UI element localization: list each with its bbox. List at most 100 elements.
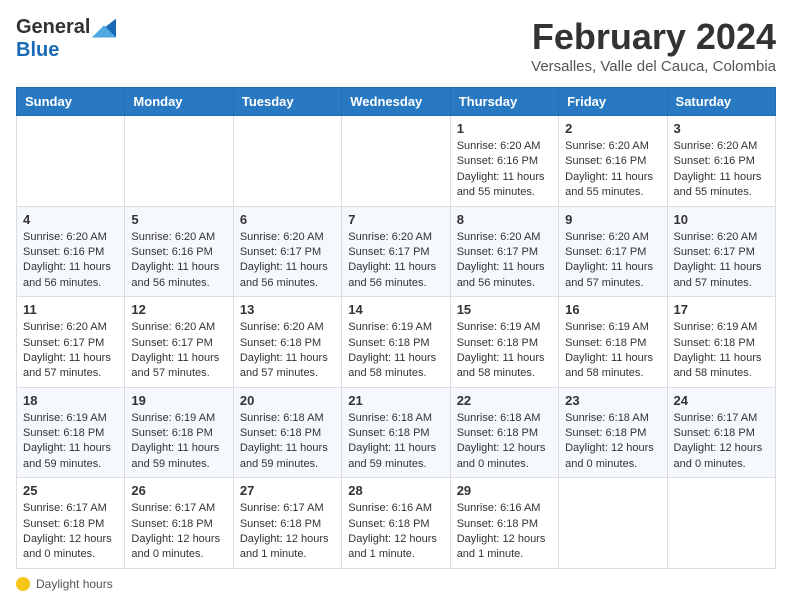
day-info: Sunrise: 6:20 AMSunset: 6:17 PMDaylight:… [131,320,226,382]
day-info: Sunrise: 6:20 AMSunset: 6:16 PMDaylight:… [457,139,552,201]
day-info: Sunrise: 6:20 AMSunset: 6:17 PMDaylight:… [348,230,443,292]
calendar-cell: 22 Sunrise: 6:18 AMSunset: 6:18 PMDayligh… [450,387,558,478]
calendar-cell [667,478,775,569]
day-info: Sunrise: 6:18 AMSunset: 6:18 PMDaylight:… [565,411,660,473]
weekday-header-row: SundayMondayTuesdayWednesdayThursdayFrid… [17,88,776,116]
calendar-cell: 12 Sunrise: 6:20 AMSunset: 6:17 PMDayligh… [125,297,233,388]
month-title: February 2024 [531,16,776,58]
calendar-week-row: 1 Sunrise: 6:20 AMSunset: 6:16 PMDaylight… [17,116,776,207]
day-info: Sunrise: 6:16 AMSunset: 6:18 PMDaylight:… [457,501,552,563]
daylight-label: Daylight hours [36,577,113,591]
calendar-cell [559,478,667,569]
calendar-cell: 5 Sunrise: 6:20 AMSunset: 6:16 PMDaylight… [125,206,233,297]
calendar-week-row: 4 Sunrise: 6:20 AMSunset: 6:16 PMDaylight… [17,206,776,297]
logo: General [16,16,116,39]
calendar-cell [125,116,233,207]
calendar-cell: 29Sunrise: 6:16 AMSunset: 6:18 PMDayligh… [450,478,558,569]
calendar-cell: 19Sunrise: 6:19 AMSunset: 6:18 PMDayligh… [125,387,233,478]
day-number: 6 [240,212,335,227]
weekday-header-tuesday: Tuesday [233,88,341,116]
day-info: Sunrise: 6:17 AMSunset: 6:18 PMDaylight:… [23,501,118,563]
logo-icon [92,18,116,38]
calendar-cell: 4 Sunrise: 6:20 AMSunset: 6:16 PMDaylight… [17,206,125,297]
calendar-cell: 28 Sunrise: 6:16 AMSunset: 6:18 PMDayligh… [342,478,450,569]
day-info: Sunrise: 6:20 AMSunset: 6:17 PMDaylight:… [565,230,660,292]
calendar-table: SundayMondayTuesdayWednesdayThursdayFrid… [16,87,776,569]
day-number: 27 [240,483,335,498]
calendar-cell: 26 Sunrise: 6:17 AMSunset: 6:18 PMDayligh… [125,478,233,569]
day-info: Sunrise: 6:17 AMSunset: 6:18 PMDaylight:… [131,501,226,563]
day-number: 18 [23,393,118,408]
day-info: Sunrise: 6:16 AMSunset: 6:18 PMDaylight:… [348,501,443,563]
weekday-header-friday: Friday [559,88,667,116]
calendar-week-row: 11 Sunrise: 6:20 AMSunset: 6:17 PMDayligh… [17,297,776,388]
day-info: Sunrise: 6:20 AMSunset: 6:16 PMDaylight:… [131,230,226,292]
day-number: 1 [457,121,552,136]
footer-note: Daylight hours [16,577,776,591]
day-number: 4 [23,212,118,227]
calendar-week-row: 18 Sunrise: 6:19 AMSunset: 6:18 PMDayligh… [17,387,776,478]
day-number: 23 [565,393,660,408]
logo-area: General Blue [16,16,116,62]
title-area: February 2024 Versalles, Valle del Cauca… [531,16,776,75]
calendar-cell: 11 Sunrise: 6:20 AMSunset: 6:17 PMDayligh… [17,297,125,388]
calendar-cell: 27 Sunrise: 6:17 AMSunset: 6:18 PMDayligh… [233,478,341,569]
calendar-cell: 16 Sunrise: 6:19 AMSunset: 6:18 PMDayligh… [559,297,667,388]
sun-icon [16,577,30,591]
weekday-header-sunday: Sunday [17,88,125,116]
day-info: Sunrise: 6:18 AMSunset: 6:18 PMDaylight:… [457,411,552,473]
calendar-cell: 1 Sunrise: 6:20 AMSunset: 6:16 PMDaylight… [450,116,558,207]
day-number: 14 [348,302,443,317]
day-number: 9 [565,212,660,227]
day-number: 3 [674,121,769,136]
day-info: Sunrise: 6:19 AMSunset: 6:18 PMDaylight:… [457,320,552,382]
location-title: Versalles, Valle del Cauca, Colombia [531,58,776,75]
calendar-cell: 14 Sunrise: 6:19 AMSunset: 6:18 PMDayligh… [342,297,450,388]
calendar-cell: 21Sunrise: 6:18 AMSunset: 6:18 PMDayligh… [342,387,450,478]
calendar-cell: 6 Sunrise: 6:20 AMSunset: 6:17 PMDaylight… [233,206,341,297]
day-info: Sunrise: 6:20 AMSunset: 6:17 PMDaylight:… [240,230,335,292]
calendar-cell: 9 Sunrise: 6:20 AMSunset: 6:17 PMDaylight… [559,206,667,297]
calendar-cell: 3Sunrise: 6:20 AMSunset: 6:16 PMDaylight… [667,116,775,207]
day-info: Sunrise: 6:20 AMSunset: 6:17 PMDaylight:… [23,320,118,382]
day-number: 5 [131,212,226,227]
day-number: 26 [131,483,226,498]
weekday-header-saturday: Saturday [667,88,775,116]
calendar-cell: 8 Sunrise: 6:20 AMSunset: 6:17 PMDaylight… [450,206,558,297]
day-info: Sunrise: 6:17 AMSunset: 6:18 PMDaylight:… [240,501,335,563]
calendar-cell: 7 Sunrise: 6:20 AMSunset: 6:17 PMDaylight… [342,206,450,297]
day-info: Sunrise: 6:18 AMSunset: 6:18 PMDaylight:… [348,411,443,473]
day-number: 25 [23,483,118,498]
calendar-cell: 2 Sunrise: 6:20 AMSunset: 6:16 PMDaylight… [559,116,667,207]
calendar-cell: 13Sunrise: 6:20 AMSunset: 6:18 PMDayligh… [233,297,341,388]
day-info: Sunrise: 6:19 AMSunset: 6:18 PMDaylight:… [565,320,660,382]
calendar-cell: 23 Sunrise: 6:18 AMSunset: 6:18 PMDayligh… [559,387,667,478]
calendar-cell [342,116,450,207]
day-number: 8 [457,212,552,227]
day-number: 10 [674,212,769,227]
day-number: 17 [674,302,769,317]
day-info: Sunrise: 6:20 AMSunset: 6:16 PMDaylight:… [565,139,660,201]
day-number: 22 [457,393,552,408]
header: General Blue February 2024 Versalles, Va… [16,16,776,75]
calendar-cell: 24Sunrise: 6:17 AMSunset: 6:18 PMDayligh… [667,387,775,478]
calendar-cell: 25 Sunrise: 6:17 AMSunset: 6:18 PMDayligh… [17,478,125,569]
day-info: Sunrise: 6:19 AMSunset: 6:18 PMDaylight:… [674,320,769,382]
day-number: 2 [565,121,660,136]
calendar-cell [233,116,341,207]
day-number: 16 [565,302,660,317]
day-info: Sunrise: 6:19 AMSunset: 6:18 PMDaylight:… [131,411,226,473]
day-number: 15 [457,302,552,317]
day-number: 28 [348,483,443,498]
day-number: 24 [674,393,769,408]
day-info: Sunrise: 6:20 AMSunset: 6:16 PMDaylight:… [23,230,118,292]
calendar-cell: 15 Sunrise: 6:19 AMSunset: 6:18 PMDayligh… [450,297,558,388]
day-info: Sunrise: 6:19 AMSunset: 6:18 PMDaylight:… [348,320,443,382]
calendar-cell [17,116,125,207]
day-number: 12 [131,302,226,317]
day-number: 7 [348,212,443,227]
logo-general-text: General [16,16,90,39]
day-info: Sunrise: 6:18 AMSunset: 6:18 PMDaylight:… [240,411,335,473]
day-number: 11 [23,302,118,317]
day-info: Sunrise: 6:20 AMSunset: 6:17 PMDaylight:… [457,230,552,292]
